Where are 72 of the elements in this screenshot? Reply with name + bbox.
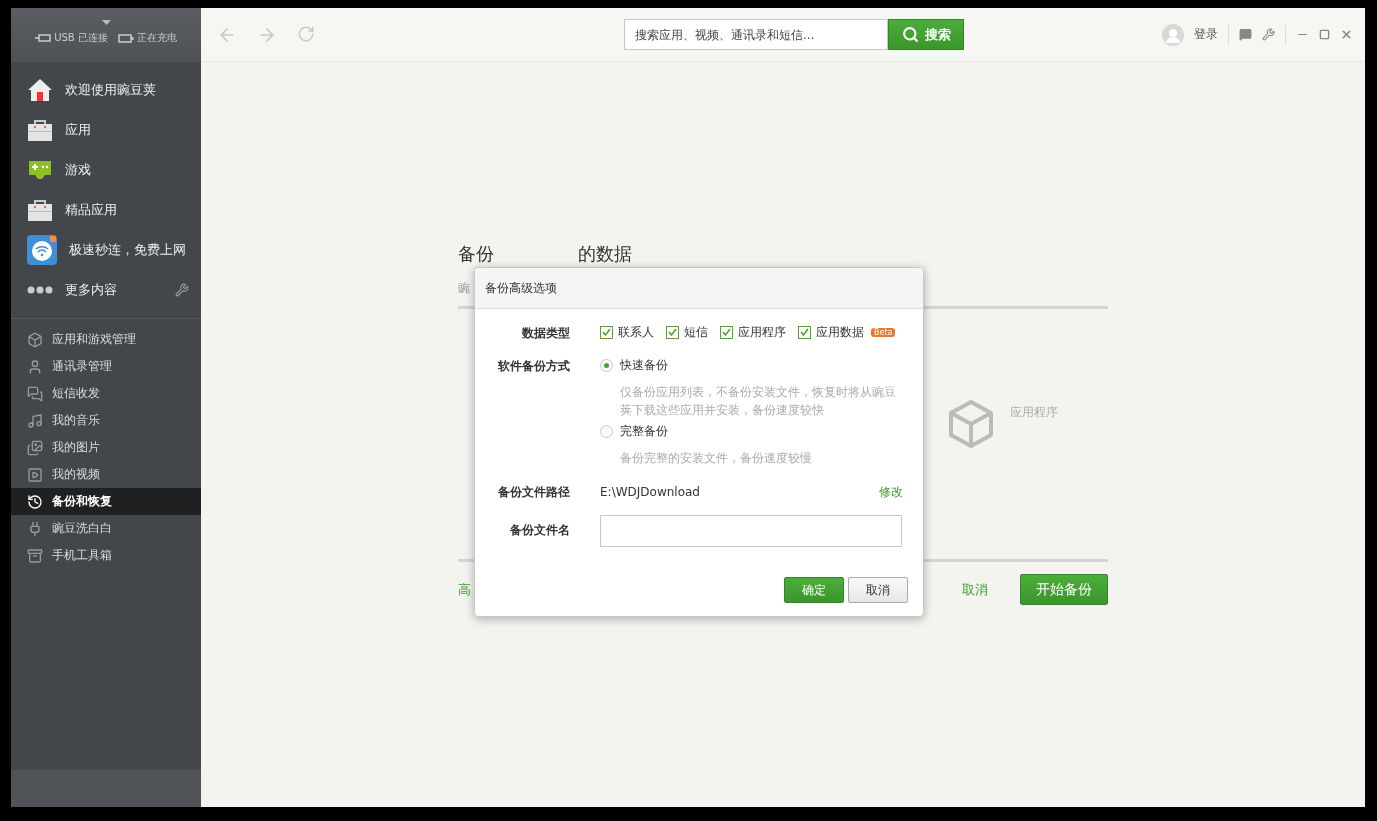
- app-label: 应用程序: [1010, 404, 1058, 421]
- page-title: 备份: [458, 242, 494, 266]
- radio-label[interactable]: 完整备份: [620, 422, 668, 440]
- maximize-icon[interactable]: [1319, 29, 1330, 40]
- path-value: E:\WDJDownload: [600, 485, 700, 499]
- person-icon: [27, 358, 43, 375]
- house-icon: [27, 78, 53, 102]
- dialog-title: 备份高级选项: [485, 279, 557, 297]
- search-field[interactable]: 搜索应用、视频、通讯录和短信...: [624, 19, 888, 50]
- nav-item[interactable]: 欢迎使用豌豆荚: [65, 81, 156, 99]
- radio-button[interactable]: [600, 358, 613, 372]
- bag-icon: [27, 198, 53, 222]
- sidebar-item[interactable]: 应用和游戏管理: [11, 326, 201, 353]
- cube-icon: [27, 331, 43, 348]
- box-icon: [27, 547, 43, 564]
- checkbox-label[interactable]: 联系人: [618, 323, 654, 341]
- checkbox-label[interactable]: 应用数据: [816, 323, 864, 341]
- nav-item[interactable]: 游戏: [65, 161, 91, 179]
- sidebar-item[interactable]: 我的音乐: [11, 407, 201, 434]
- sidebar-item[interactable]: 通讯录管理: [11, 353, 201, 380]
- plug-icon: [27, 520, 43, 537]
- checkbox[interactable]: [666, 325, 679, 339]
- sidebar-item[interactable]: 我的图片: [11, 434, 201, 461]
- option-description: 备份完整的安装文件，备份速度较慢: [619, 450, 813, 467]
- field-label: 备份文件路径: [498, 485, 570, 499]
- modify-link[interactable]: 修改: [879, 483, 903, 501]
- caret-down-icon[interactable]: [101, 20, 111, 25]
- checkbox-label[interactable]: 应用程序: [738, 323, 786, 341]
- beta-badge: Beta: [871, 327, 896, 337]
- checkbox[interactable]: [720, 325, 733, 339]
- radio-button[interactable]: [600, 424, 613, 438]
- filename-field[interactable]: [600, 515, 902, 547]
- option-description: 仅备份应用列表，不备份安装文件，恢复时将从豌豆荚下载这些应用并安装，备份速度较快: [619, 384, 897, 419]
- sidebar-item[interactable]: 豌豆洗白白: [11, 515, 201, 542]
- sidebar-item[interactable]: 短信收发: [11, 380, 201, 407]
- page-title: 的数据: [578, 242, 632, 266]
- login-link[interactable]: 登录: [1194, 26, 1218, 43]
- wrench-icon[interactable]: [175, 283, 189, 297]
- device-status: USB 已连接: [54, 31, 108, 45]
- battery-icon: [117, 33, 134, 43]
- search-icon: [901, 26, 919, 43]
- pictures-icon: [27, 439, 43, 456]
- checkbox[interactable]: [600, 325, 613, 339]
- cube-icon: [946, 399, 996, 449]
- nav-item[interactable]: 极速秒连，免费上网: [69, 241, 186, 259]
- field-label: 备份文件名: [510, 523, 570, 537]
- play-icon: [27, 466, 43, 483]
- dots-icon: [27, 286, 53, 294]
- music-icon: [27, 412, 43, 429]
- device-status: 正在充电: [136, 31, 177, 45]
- checkbox-label[interactable]: 短信: [684, 323, 708, 341]
- usb-icon: [35, 34, 52, 42]
- sidebar-item[interactable]: 备份和恢复: [11, 488, 201, 515]
- chat-icon: [27, 385, 43, 402]
- gamepad-icon: [27, 159, 53, 181]
- field-label: 数据类型: [522, 326, 570, 340]
- page-subtitle: 豌: [458, 281, 470, 295]
- radio-label[interactable]: 快速备份: [620, 356, 668, 374]
- cancel-button[interactable]: 取消: [848, 577, 908, 603]
- history-icon: [27, 493, 43, 510]
- nav-item[interactable]: 更多内容: [65, 281, 117, 299]
- close-icon[interactable]: [1340, 28, 1353, 41]
- sidebar-item[interactable]: 我的视频: [11, 461, 201, 488]
- settings-icon[interactable]: [1262, 28, 1275, 41]
- chat-icon[interactable]: [1239, 28, 1252, 41]
- nav-item[interactable]: 精品应用: [65, 201, 117, 219]
- sidebar-item[interactable]: 手机工具箱: [11, 542, 201, 569]
- wifi-app-icon: [27, 235, 57, 265]
- checkbox[interactable]: [798, 325, 811, 339]
- nav-item[interactable]: 应用: [65, 121, 91, 139]
- field-label: 软件备份方式: [498, 359, 570, 373]
- bag-icon: [27, 118, 53, 142]
